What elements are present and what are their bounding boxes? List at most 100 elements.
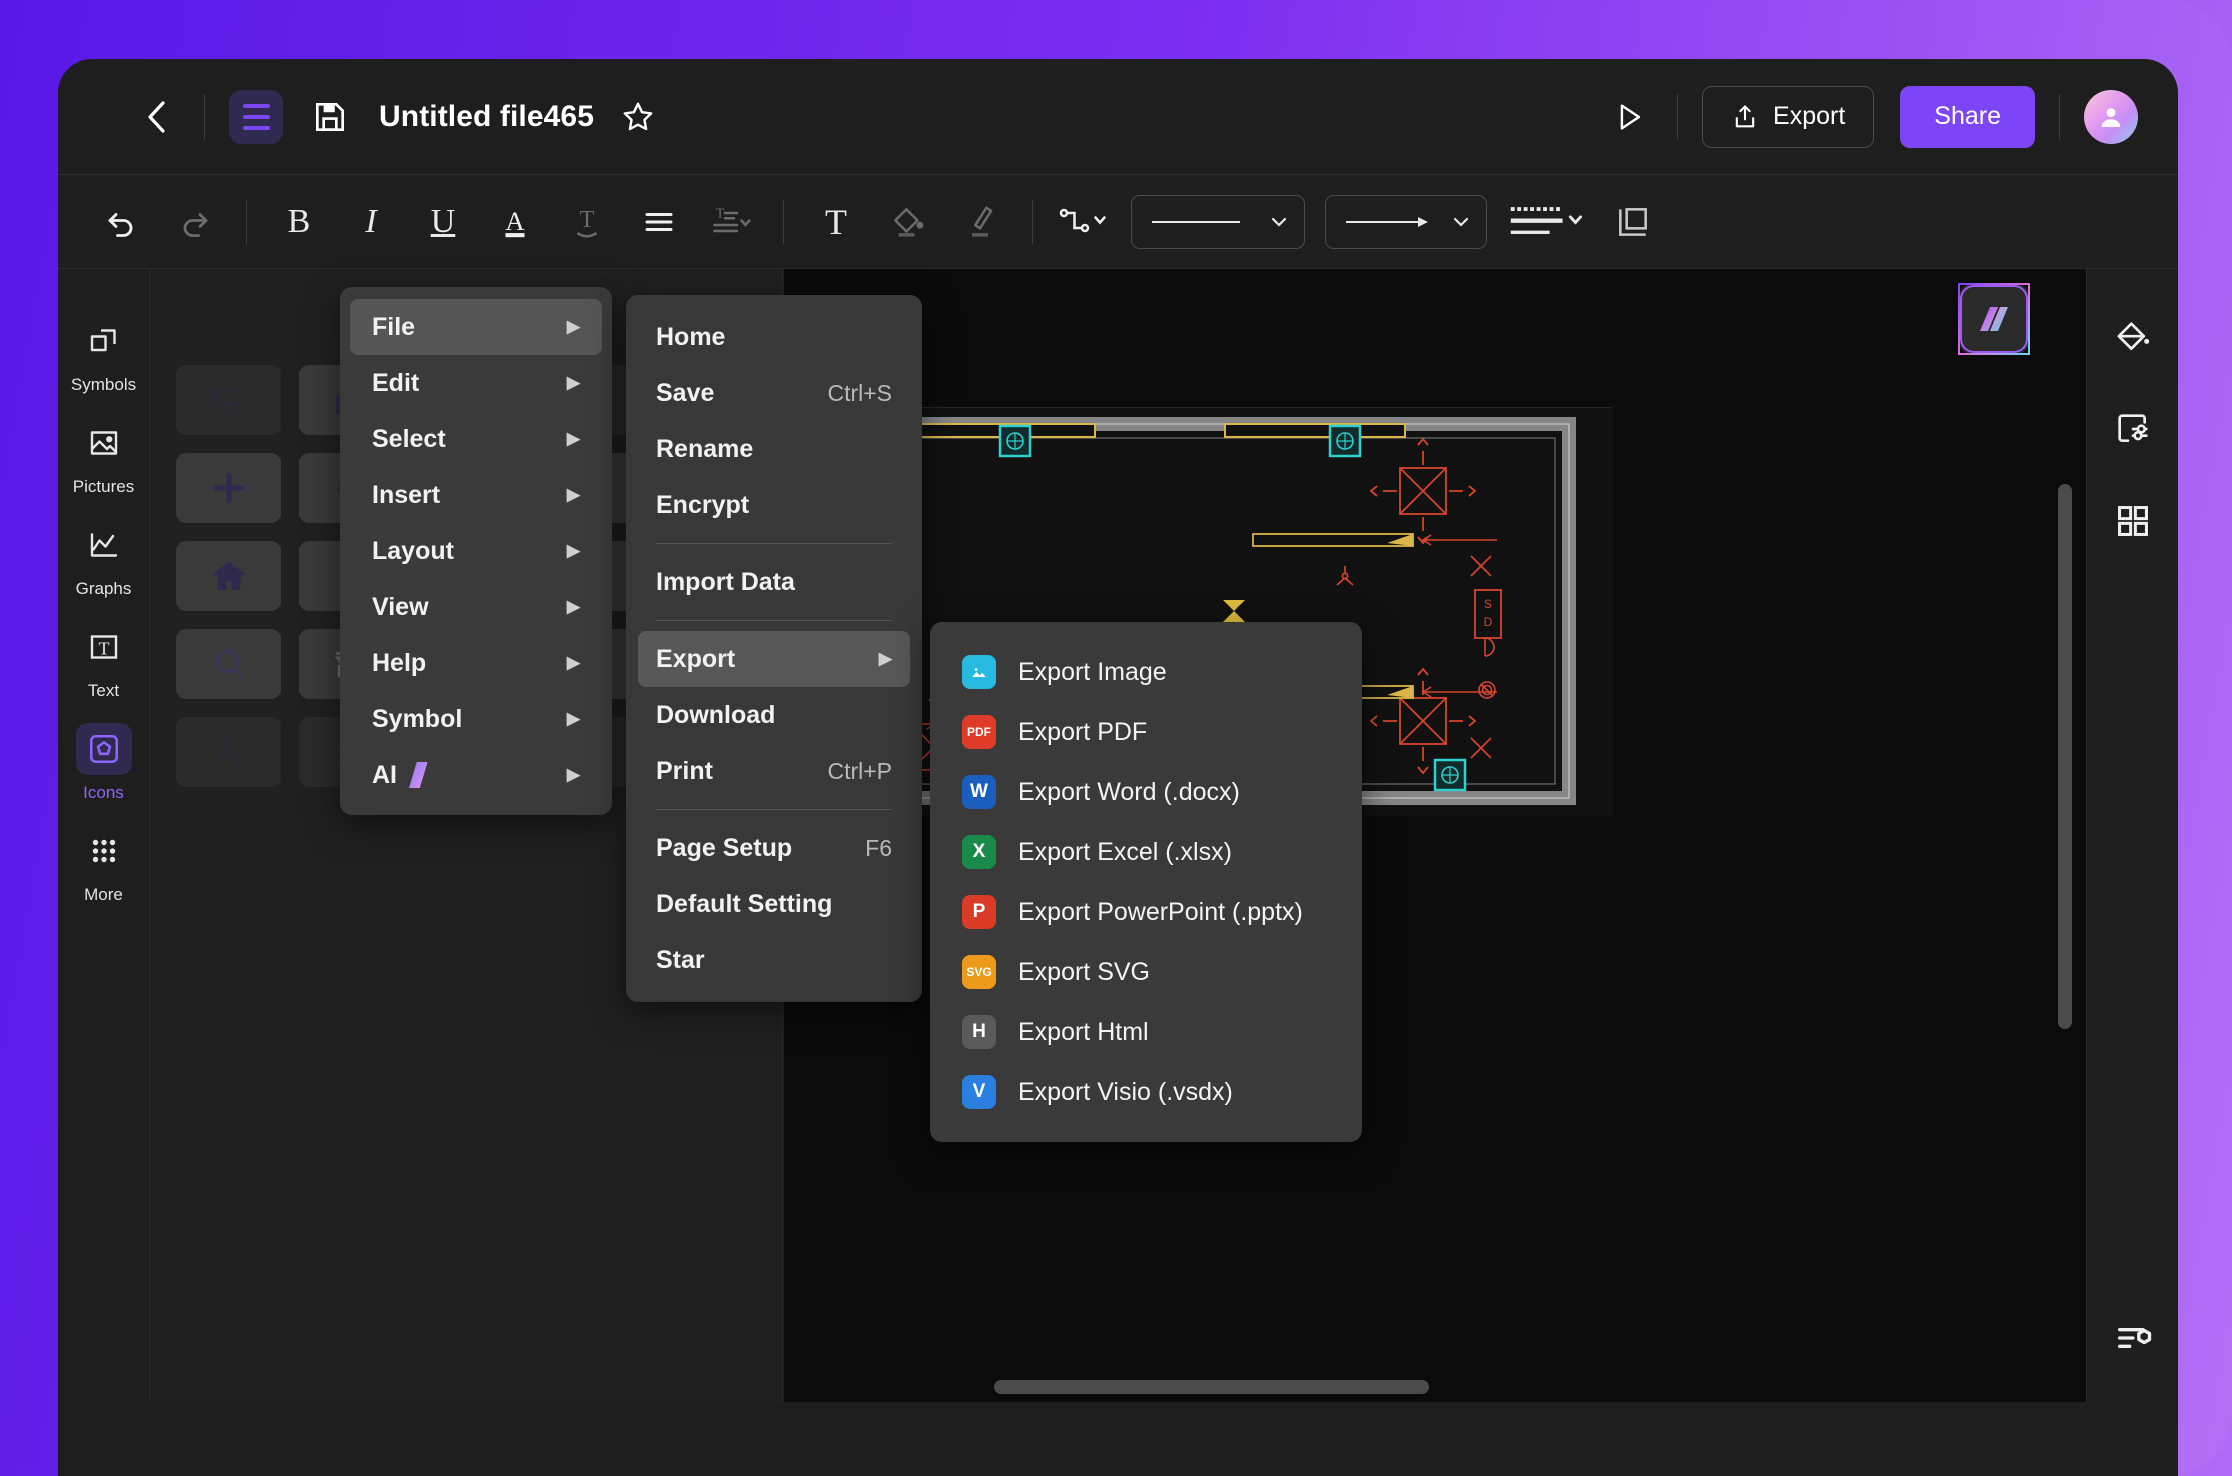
export-menu-visio[interactable]: V Export Visio (.vsdx) xyxy=(930,1062,1362,1122)
layer-order-button[interactable] xyxy=(1604,193,1662,251)
brush-button[interactable] xyxy=(951,193,1009,251)
page-settings-icon[interactable] xyxy=(2105,401,2161,457)
graphs-icon xyxy=(76,519,132,571)
file-menu-import-data[interactable]: Import Data xyxy=(638,554,910,610)
sidebar-item-more[interactable]: More xyxy=(64,815,144,911)
library-icon-search[interactable] xyxy=(176,629,281,699)
library-icon-easel[interactable] xyxy=(176,365,281,435)
play-present-icon[interactable] xyxy=(1605,93,1653,141)
dash-style-select[interactable] xyxy=(1504,193,1590,251)
font-color-button[interactable]: A xyxy=(486,193,544,251)
floppy-save-icon[interactable] xyxy=(311,98,349,136)
export-button[interactable]: Export xyxy=(1702,85,1875,148)
file-menu-encrypt[interactable]: Encrypt xyxy=(638,477,910,533)
undo-button[interactable] xyxy=(93,193,151,251)
menu-item-layout[interactable]: Layout ▶ xyxy=(350,523,602,579)
menu-label-edit: Edit xyxy=(372,368,420,397)
file-menu-page-setup[interactable]: Page Setup F6 xyxy=(638,820,910,876)
text-tool-button[interactable]: T xyxy=(807,193,865,251)
chevron-right-icon: ▶ xyxy=(566,541,580,560)
grid-apps-icon[interactable] xyxy=(2105,493,2161,549)
file-menu-download[interactable]: Download xyxy=(638,687,910,743)
list-settings-icon[interactable] xyxy=(2105,1310,2161,1366)
export-menu-svg[interactable]: SVG Export SVG xyxy=(930,942,1362,1002)
ai-gradient-icon xyxy=(409,762,428,788)
line-spacing-button[interactable]: T xyxy=(702,193,760,251)
file-menu-home[interactable]: Home xyxy=(638,309,910,365)
header-divider-3 xyxy=(2059,93,2060,140)
file-menu-label-encrypt: Encrypt xyxy=(656,490,750,519)
sidebar-item-symbols[interactable]: Symbols xyxy=(64,305,144,401)
line-style-select[interactable] xyxy=(1131,194,1305,249)
file-menu-label-export: Export xyxy=(656,644,736,673)
library-icon-compass[interactable] xyxy=(176,717,281,787)
file-menu-rename[interactable]: Rename xyxy=(638,421,910,477)
menu-label-ai: AI xyxy=(372,760,397,789)
export-menu-word[interactable]: W Export Word (.docx) xyxy=(930,762,1362,822)
canvas-vscrollbar[interactable] xyxy=(2058,484,2072,1029)
file-menu-star[interactable]: Star xyxy=(638,932,910,988)
right-tool-rail xyxy=(2086,269,2178,1402)
export-menu-excel[interactable]: X Export Excel (.xlsx) xyxy=(930,822,1362,882)
bold-button[interactable]: B xyxy=(270,193,328,251)
paint-bucket-icon[interactable] xyxy=(2105,309,2161,365)
app-window: Untitled file465 Export Share B I U A T … xyxy=(58,59,2178,1476)
menu-item-symbol[interactable]: Symbol ▶ xyxy=(350,691,602,747)
sidebar-item-icons[interactable]: Icons xyxy=(64,713,144,809)
file-menu-label-import-data: Import Data xyxy=(656,567,795,596)
export-menu-pdf[interactable]: PDF Export PDF xyxy=(930,702,1362,762)
sidebar-label-pictures: Pictures xyxy=(72,477,135,496)
text-direction-button[interactable]: T xyxy=(558,193,616,251)
canvas-hscrollbar[interactable] xyxy=(994,1380,1429,1394)
file-menu-default-setting[interactable]: Default Setting xyxy=(638,876,910,932)
connector-style-button[interactable] xyxy=(1056,193,1114,251)
powerpoint-file-icon: P xyxy=(962,895,996,929)
menu-item-view[interactable]: View ▶ xyxy=(350,579,602,635)
svg-file-icon: SVG xyxy=(962,955,996,989)
toolbar-divider-0 xyxy=(246,199,247,244)
sidebar-label-symbols: Symbols xyxy=(70,375,137,394)
header-divider xyxy=(204,93,205,140)
export-menu-image[interactable]: Export Image xyxy=(930,642,1362,702)
avatar[interactable] xyxy=(2084,89,2138,144)
underline-button[interactable]: U xyxy=(414,193,472,251)
sidebar-item-pictures[interactable]: Pictures xyxy=(64,407,144,503)
file-menu-label-rename: Rename xyxy=(656,434,754,463)
menu-item-file[interactable]: File ▶ xyxy=(350,299,602,355)
menu-item-ai[interactable]: AI ▶ xyxy=(350,747,602,803)
sidebar-item-text[interactable]: T Text xyxy=(64,611,144,707)
main-menu: File ▶ Edit ▶ Select ▶ Insert ▶ Layout ▶… xyxy=(340,287,612,815)
star-outline-icon[interactable] xyxy=(620,99,656,135)
redo-button[interactable] xyxy=(165,193,223,251)
menu-separator xyxy=(656,543,892,544)
library-icon-plus[interactable] xyxy=(176,453,281,523)
toolbar-divider-2 xyxy=(1032,199,1033,244)
menu-item-help[interactable]: Help ▶ xyxy=(350,635,602,691)
menu-label-file: File xyxy=(372,312,416,341)
html-file-icon: H xyxy=(962,1015,996,1049)
menu-item-select[interactable]: Select ▶ xyxy=(350,411,602,467)
sidebar-item-graphs[interactable]: Graphs xyxy=(64,509,144,605)
ai-assistant-icon[interactable] xyxy=(1958,283,2030,355)
hamburger-menu-icon[interactable] xyxy=(229,89,283,144)
visio-file-icon: V xyxy=(962,1075,996,1109)
file-menu-export[interactable]: Export ▶ xyxy=(638,631,910,687)
fill-color-button[interactable] xyxy=(879,193,937,251)
menu-item-insert[interactable]: Insert ▶ xyxy=(350,467,602,523)
menu-item-edit[interactable]: Edit ▶ xyxy=(350,355,602,411)
align-button[interactable] xyxy=(630,193,688,251)
share-button[interactable]: Share xyxy=(1900,85,2035,148)
image-file-icon xyxy=(962,655,996,689)
arrow-style-select[interactable] xyxy=(1325,194,1487,249)
back-button[interactable] xyxy=(134,94,180,140)
excel-file-icon: X xyxy=(962,835,996,869)
italic-button[interactable]: I xyxy=(342,193,400,251)
file-menu-print[interactable]: Print Ctrl+P xyxy=(638,743,910,799)
library-icon-home[interactable] xyxy=(176,541,281,611)
file-menu-save[interactable]: Save Ctrl+S xyxy=(638,365,910,421)
export-menu-label-excel: Export Excel (.xlsx) xyxy=(1018,837,1232,866)
pictures-icon xyxy=(76,417,132,469)
export-menu-html[interactable]: H Export Html xyxy=(930,1002,1362,1062)
export-menu-powerpoint[interactable]: P Export PowerPoint (.pptx) xyxy=(930,882,1362,942)
page-title: Untitled file465 xyxy=(379,99,594,133)
